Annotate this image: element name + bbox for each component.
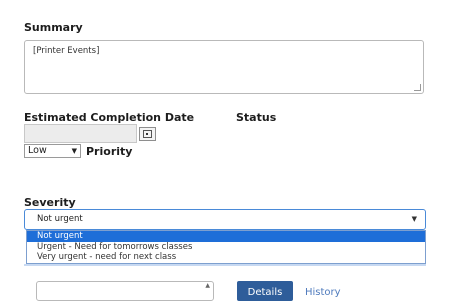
severity-option-not-urgent[interactable]: Not urgent bbox=[27, 231, 425, 242]
details-button[interactable]: Details bbox=[237, 281, 293, 301]
severity-label: Severity bbox=[24, 196, 76, 209]
calendar-icon bbox=[143, 130, 152, 138]
priority-label: Priority bbox=[86, 145, 133, 158]
chevron-down-icon: ▼ bbox=[71, 147, 77, 155]
summary-textarea[interactable]: [Printer Events] bbox=[24, 40, 424, 94]
severity-dropdown-list: Not urgent Urgent - Need for tomorrows c… bbox=[26, 230, 426, 264]
summary-text: [Printer Events] bbox=[33, 46, 100, 56]
priority-select[interactable]: Low ▼ bbox=[24, 144, 81, 158]
priority-selected-value: Low bbox=[28, 145, 47, 156]
history-link[interactable]: History bbox=[305, 287, 341, 298]
estimated-completion-label: Estimated Completion Date bbox=[24, 111, 195, 124]
calendar-button[interactable] bbox=[139, 127, 156, 141]
resize-handle-icon[interactable] bbox=[414, 84, 421, 91]
summary-label: Summary bbox=[24, 21, 83, 34]
severity-option-very-urgent[interactable]: Very urgent - need for next class bbox=[27, 252, 425, 263]
severity-select[interactable]: Not urgent ▼ bbox=[24, 209, 426, 230]
severity-option-urgent[interactable]: Urgent - Need for tomorrows classes bbox=[27, 242, 425, 253]
scroll-up-icon[interactable]: ▲ bbox=[205, 282, 210, 289]
bottom-textarea[interactable]: ▲ bbox=[36, 281, 214, 301]
chevron-down-icon: ▼ bbox=[411, 215, 417, 223]
divider bbox=[24, 264, 426, 266]
status-label: Status bbox=[236, 111, 277, 124]
completion-date-input[interactable] bbox=[24, 124, 137, 143]
severity-selected-value: Not urgent bbox=[37, 214, 83, 224]
